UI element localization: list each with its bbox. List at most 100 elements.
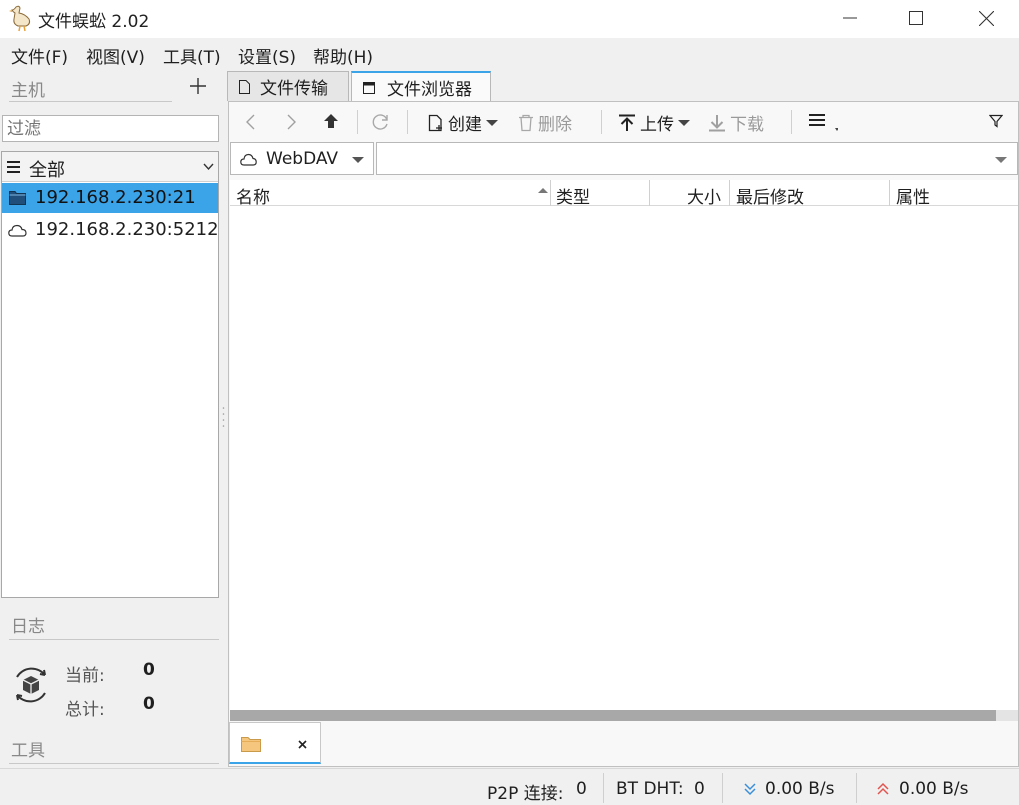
download-label: 下载 <box>730 115 764 135</box>
tab-file-transfer-label: 文件传输 <box>260 79 328 99</box>
column-size[interactable]: 大小 <box>687 183 721 208</box>
p2p-label: P2P 连接: <box>487 784 564 804</box>
host-filter-input[interactable] <box>2 115 219 142</box>
download-speed: 0.00 B/s <box>765 779 835 799</box>
document-icon <box>239 79 250 94</box>
host-item[interactable]: 192.168.2.230:5212 <box>2 215 219 245</box>
bt-dht-value: 0 <box>694 779 705 799</box>
menu-file[interactable]: 文件(F) <box>11 43 68 68</box>
toolbar-separator <box>407 110 408 134</box>
menu-view[interactable]: 视图(V) <box>86 43 145 68</box>
host-group-dropdown[interactable]: 全部 <box>2 152 218 182</box>
tab-file-browser[interactable]: 文件浏览器 <box>351 71 491 102</box>
host-item-label: 192.168.2.230:21 <box>35 187 196 208</box>
column-name[interactable]: 名称 <box>236 183 270 208</box>
window-title: 文件蜈蚣 2.02 <box>38 12 150 32</box>
minimize-button[interactable] <box>816 0 884 36</box>
current-stat-label: 当前: <box>65 666 105 686</box>
tools-divider <box>9 763 219 764</box>
column-divider[interactable] <box>889 180 890 206</box>
protocol-select-value: WebDAV <box>266 149 339 169</box>
parent-folder-up-icon[interactable] <box>322 112 340 130</box>
dropdown-caret-icon <box>995 157 1007 163</box>
protocol-select[interactable]: WebDAV <box>230 142 374 175</box>
column-divider[interactable] <box>729 180 730 206</box>
upload-button[interactable]: 上传 <box>618 110 690 135</box>
view-menu-button[interactable] <box>808 110 838 134</box>
chevron-down-icon <box>203 163 214 171</box>
status-separator <box>603 773 604 803</box>
menu-bar <box>0 38 1019 70</box>
column-attributes[interactable]: 属性 <box>896 183 930 208</box>
status-separator <box>856 773 857 803</box>
download-speed-icon <box>744 783 756 796</box>
file-list[interactable] <box>230 206 1018 710</box>
create-button[interactable]: 创建 <box>428 110 498 135</box>
folder-icon <box>9 191 26 205</box>
cloud-icon <box>8 224 27 237</box>
host-item[interactable]: 192.168.2.230:21 <box>2 183 218 213</box>
toolbar-separator <box>601 110 602 134</box>
menu-help[interactable]: 帮助(H) <box>313 43 373 68</box>
package-sync-icon <box>16 667 46 703</box>
add-host-icon[interactable] <box>186 74 210 98</box>
trash-icon <box>519 114 533 131</box>
browser-session-tab[interactable] <box>229 722 321 764</box>
toolbar-separator <box>357 110 358 134</box>
log-divider <box>9 639 219 640</box>
column-divider[interactable] <box>649 180 650 206</box>
dropdown-caret-icon <box>678 119 690 126</box>
cloud-icon <box>240 153 257 166</box>
upload-speed-icon <box>877 782 889 795</box>
host-item-label: 192.168.2.230:5212 <box>35 219 219 240</box>
close-icon <box>978 10 994 26</box>
tab-file-transfer[interactable]: 文件传输 <box>227 71 349 101</box>
hosts-section-label: 主机 <box>11 81 45 101</box>
dropdown-caret-icon <box>352 157 364 163</box>
maximize-icon <box>909 11 923 25</box>
tools-section-label: 工具 <box>11 741 45 761</box>
upload-speed: 0.00 B/s <box>899 779 969 799</box>
menu-settings[interactable]: 设置(S) <box>238 43 296 68</box>
goose-app-icon <box>9 5 31 32</box>
close-tab-icon[interactable] <box>298 740 307 749</box>
toolbar-separator <box>791 110 792 134</box>
bt-dht-label: BT DHT: <box>616 779 684 799</box>
column-modified[interactable]: 最后修改 <box>736 183 804 208</box>
browser-window-icon <box>363 81 375 94</box>
upload-icon <box>619 114 635 131</box>
column-type[interactable]: 类型 <box>556 183 590 208</box>
hosts-divider <box>9 101 172 102</box>
horizontal-scrollbar-thumb[interactable] <box>230 710 996 721</box>
delete-label: 删除 <box>538 115 572 135</box>
delete-button[interactable]: 删除 <box>518 110 572 135</box>
download-icon <box>709 114 725 131</box>
maximize-button[interactable] <box>882 0 950 36</box>
tab-file-browser-label: 文件浏览器 <box>387 80 472 100</box>
upload-label: 上传 <box>640 115 674 135</box>
total-stat-label: 总计: <box>65 700 105 720</box>
folder-icon <box>241 737 261 752</box>
path-input[interactable] <box>376 142 1018 175</box>
list-icon <box>7 161 20 173</box>
close-button[interactable] <box>952 0 1019 36</box>
column-divider[interactable] <box>550 180 551 206</box>
status-separator <box>722 773 723 803</box>
back-icon[interactable] <box>244 113 258 131</box>
splitter-handle[interactable] <box>222 405 225 429</box>
p2p-value: 0 <box>576 779 587 799</box>
host-group-label: 全部 <box>29 160 65 181</box>
log-section-label: 日志 <box>11 617 45 637</box>
total-stat-value: 0 <box>143 694 155 714</box>
refresh-icon[interactable] <box>371 112 391 132</box>
dropdown-caret-icon <box>486 119 498 126</box>
download-button[interactable]: 下载 <box>708 110 764 135</box>
filter-icon[interactable] <box>989 114 1003 128</box>
sort-ascending-icon <box>538 188 548 193</box>
forward-icon[interactable] <box>284 113 298 131</box>
menu-tools[interactable]: 工具(T) <box>163 43 221 68</box>
menu-lines-icon <box>809 114 838 131</box>
current-stat-value: 0 <box>143 660 155 680</box>
create-label: 创建 <box>448 115 482 135</box>
minimize-icon <box>843 17 857 19</box>
